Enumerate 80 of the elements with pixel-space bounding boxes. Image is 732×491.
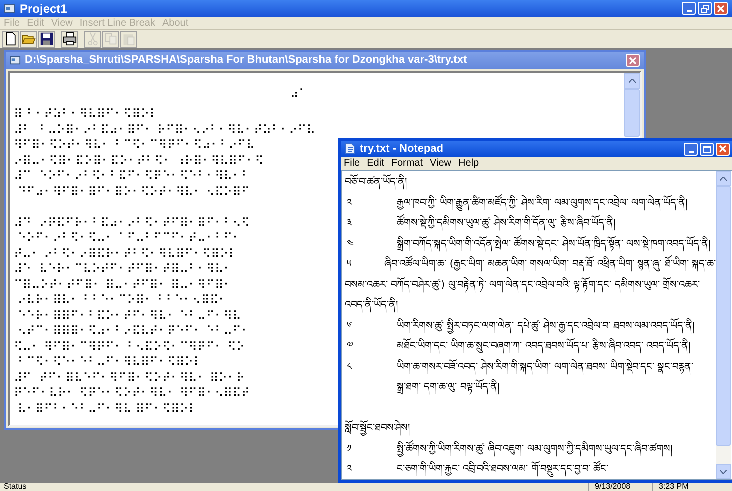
status-time: 3:23 PM [652,483,732,491]
notepad-icon [345,143,356,155]
scroll-thumb[interactable] [716,186,731,446]
braille-line: ⠑⠕⠋⠂⠔⠃⠫⠂⠫⠤⠂ ⠁⠋⠤⠃⠋⠉⠋⠂⠞⠤⠂⠃⠋⠂ [16,231,242,246]
braille-line: ⠢⠞⠉⠂⠿⠿⠿⠂⠫⠴⠂⠃⠔⠯⠧⠞⠂⠟⠑⠋⠂ ⠑⠃⠤⠋⠂ [16,324,250,340]
scroll-up-button[interactable] [624,73,640,89]
item-number: ༢ [346,463,354,477]
braille-line: ⠼⠑ ⠧⠑⠗⠂⠉⠧⠕⠞⠋⠂⠞⠋⠿⠂⠞⠿⠤⠃⠂⠻⠧⠂ [14,262,233,278]
braille-line: ⠞⠤⠂ ⠔⠃⠫⠂⠔⠿⠯⠗⠂⠞⠃⠫⠂⠻⠧⠿⠋⠂⠫⠿⠕⠇ [14,246,238,262]
app-icon [4,2,16,14]
braille-line: ⠟⠑⠋⠂⠧⠗⠂ ⠫⠟⠑⠂⠫⠕⠞⠂⠻⠧⠂ ⠻⠋⠿⠂⠢⠿⠯⠞ [14,386,250,402]
printer-icon[interactable] [61,30,78,48]
braille-line: ⠫⠤⠂ ⠻⠋⠿⠂⠉⠻⠟⠋⠂ ⠃⠢⠯⠕⠫⠂⠉⠻⠟⠋⠂ ⠫⠕ [14,340,246,355]
folder-icon[interactable] [20,30,37,48]
braille-line: ⠼⠉ ⠑⠕⠋⠂⠔⠃⠫⠂⠃⠯⠋⠂⠫⠟⠑⠂⠫⠑⠃⠂⠻⠧⠂⠃ [14,169,250,184]
text-line: ཚོགས་སྡེ་ཀྱི་དམིགས་ཡུལ་ཚུ་ ཤེས་རིག་གི་དོན་ལུ་ རྩིས་ཞིབ་ཡོད་ནི། [397,214,616,234]
caret-up-icon [628,79,636,83]
app-title: Project1 [20,0,68,18]
braille-line: ⠼⠙ ⠔⠟⠯⠋⠗⠂⠃⠯⠴⠂⠔⠃⠫⠂⠞⠋⠿⠂⠿⠋⠂⠃⠢⠫ [14,216,250,231]
scroll-down-button[interactable] [716,464,731,479]
document-title: D:\Sparsha_Shruti\SPARSHA\Sparsha For Bhutan\Sparsha for Dzongkha var-3\try.txt [25,53,468,68]
braille-line: ⠃⠉⠫⠂⠫⠑⠂⠑⠃⠤⠋⠂⠻⠧⠿⠋⠂⠫⠿⠕⠇ [16,355,202,370]
braille-line: ⠿ ⠃⠂⠞⠵⠃⠂⠻⠧⠿⠋⠂⠫⠿⠕⠇ [14,107,158,122]
floppy-disk-icon[interactable] [38,30,55,48]
text-line: སྤྱི་ཚོགས་ཀྱི་ཡིག་རིགས་ཚུ་ ཞིབ་འཇུག་ ལམ་ལུགས་ཀྱི་དམིགས་ཡུལ་དང་ཞིབ་ཚགས། [397,440,672,460]
text-line: ང་ཅག་གི་ཡིག་རྐྱང་ འབྲི་བའི་ཐབས་ལམ་ གོ་བསྡུར་དང་བྱ་བ་ ཚོང་ [397,460,609,479]
braille-line: ⠔⠧⠗⠂⠿⠧⠂ ⠃⠃⠑⠂⠉⠕⠿⠂ ⠃⠃⠑⠂⠢⠿⠯⠂ [16,293,228,308]
menu-item[interactable]: Help [458,156,480,171]
menu-item[interactable]: View [430,156,452,171]
braille-line: ⠔⠿⠤⠂⠫⠿⠂⠯⠕⠿⠂⠯⠕⠂⠞⠃⠫⠂ ⠰⠗⠿⠂⠻⠧⠿⠋⠂⠫ [14,154,264,169]
scroll-up-button[interactable] [716,171,731,186]
notepad-title: try.txt - Notepad [360,142,444,157]
status-date: 9/13/2008 [588,483,652,491]
text-line: སྒྲ་ཐག་ དག་ཆ་ལུ་ བལྟ་ཡོད་ནི། [397,378,500,398]
close-button[interactable] [626,54,640,67]
minimize-button[interactable] [684,142,698,156]
minimize-button[interactable] [682,2,696,15]
menu-item[interactable]: Format [391,156,424,171]
scrollbar[interactable] [716,171,731,479]
menu-item[interactable]: Edit [367,156,384,171]
window-icon [10,55,21,66]
braille-line: ⠙⠋⠴⠂⠻⠋⠿⠂⠿⠋⠂⠿⠕⠂⠫⠕⠞⠂⠻⠧⠂ ⠢⠯⠕⠿⠋ [16,184,250,200]
text-line: བསམ་འཆར་ བཀོད་བཤེར་ཚུ་) ལུ་བརྟེན་ཏེ་ ལག་ལེན་དང་འབྲེལ་བའི་ ལྟ་རྟོག་དང་ དམིགས་ཡུལ་ གྲོས་འཆར་ [345,276,700,296]
close-button[interactable] [714,2,728,15]
text-line: འབད་ནི་ཡོད་ནི། [345,296,398,316]
braille-text: ⠴⠁ [290,87,308,101]
braille-line: ⠑⠑⠗⠂⠿⠿⠋⠂⠃⠯⠕⠂⠞⠋⠂⠻⠧⠂ ⠑⠃⠤⠋⠂⠻⠧ [16,308,242,324]
section-heading: སློབ་སྦྱོང་ཐབས་ཤེས། [345,419,410,440]
text-line: ཞིབ་འཚོལ་ཡིག་ཆ་ (རྒྱང་ཡིག་ མཆན་ཡིག་ གསལ་ཡིག་ བརྡ་ཐོ་ འཕྲིན་ཡིག་ སྙན་ཞུ་ ཐོ་ཡིག་ སྐད་ཆ་ [384,255,716,276]
restore-button[interactable] [698,2,712,15]
close-icon [717,4,725,12]
caret-down-icon [720,470,727,474]
close-button[interactable] [716,142,730,156]
item-number: ༢ [346,196,354,210]
menu-item[interactable]: File [344,156,360,171]
braille-line: ⠧⠂⠿⠋⠃⠂⠑⠃⠤⠋⠂⠻⠧ ⠿⠋⠂⠫⠿⠕⠇ [16,402,198,417]
braille-line: ⠼⠃ ⠃⠤⠕⠿⠂⠔⠃⠯⠴⠂⠿⠋⠂ ⠗⠋⠿⠂⠢⠔⠃⠂⠻⠧⠂⠞⠵⠃⠂⠔⠋⠧ [14,122,316,138]
text-line: མཐོང་ཡིག་དང་ ཡིག་ཆ་སྲུང་བཞག་ཀ་ འབད་ཐབས་ཡོད་པ་ རྩིས་ཞིབ་འབད་ འབད་ཡོད་ནི། [397,337,691,358]
item-number: ༦ [346,320,353,334]
item-number: ༧ [346,340,354,354]
text-line: ཡིག་ཆ་གསར་བཟོ་འབད་ ཤེས་རིག་གི་སྐད་ཡིག་ ལག་ལེན་ཐབས་ ཡིག་སྡེབ་དང་ སྣང་བརྙན་ [397,358,694,378]
item-number: ༤ [346,238,355,252]
item-number: ༡ [346,442,353,456]
item-number: ༥ [346,258,352,272]
maximize-button[interactable] [700,142,714,156]
status-text: Status [3,483,28,491]
text-line: ཡིག་རིགས་ཚུ་ སྤྱིར་བཏང་ལག་ལེན་ དཔེ་ཚུ་ ཤེས་རྒྱ་དང་འབྲེལ་བ་ ཐབས་ལམ་འབད་ཡོད་ནི། [397,316,695,337]
item-number: ༣ [346,217,354,231]
braille-line: ⠼⠋ ⠞⠋⠂⠿⠧⠑⠋⠂⠻⠋⠿⠂⠫⠕⠞⠂⠻⠧⠂ ⠿⠕⠂⠗ [14,370,246,386]
close-icon [629,56,637,64]
close-icon [719,145,727,153]
braille-line: ⠉⠿⠤⠕⠞⠂⠞⠋⠿⠂ ⠿⠤⠂⠞⠋⠿⠂ ⠿⠤⠂⠻⠋⠿⠂ [14,278,233,293]
text-line: སྒྲིག་བཀོད་སྐད་ཡིག་གི་འདོན་སྤེལ་ ཚོགས་སྡེ་དང་ ཤེས་ཡོན་ཁྲིད་སྟོན་ ལས་སྡེ་ཁག་འབད་ཡོད་ནི། [397,234,711,255]
scroll-thumb[interactable] [624,89,640,137]
caret-up-icon [720,176,727,180]
text-line: རྒྱལ་ཁབ་ཀྱི་ ཡིག་རྒྱུན་ཚིག་མཛོད་ཀྱི་ ཤེས་རིག་ ལམ་ལུགས་དང་འབྲེལ་ ལག་ལེན་ཡོད་ནི། [397,194,688,214]
new-file-icon[interactable] [2,30,19,48]
braille-line: ⠻⠋⠿⠂⠫⠕⠞⠂⠻⠧⠂ ⠃⠉⠫⠂⠉⠻⠟⠋⠂⠫⠴⠂⠃⠔⠋⠧ [14,138,256,154]
section-heading: བཅོ་བ་ཚན་ཡོད་ནི། [345,173,407,194]
item-number: ༨ [346,360,354,374]
